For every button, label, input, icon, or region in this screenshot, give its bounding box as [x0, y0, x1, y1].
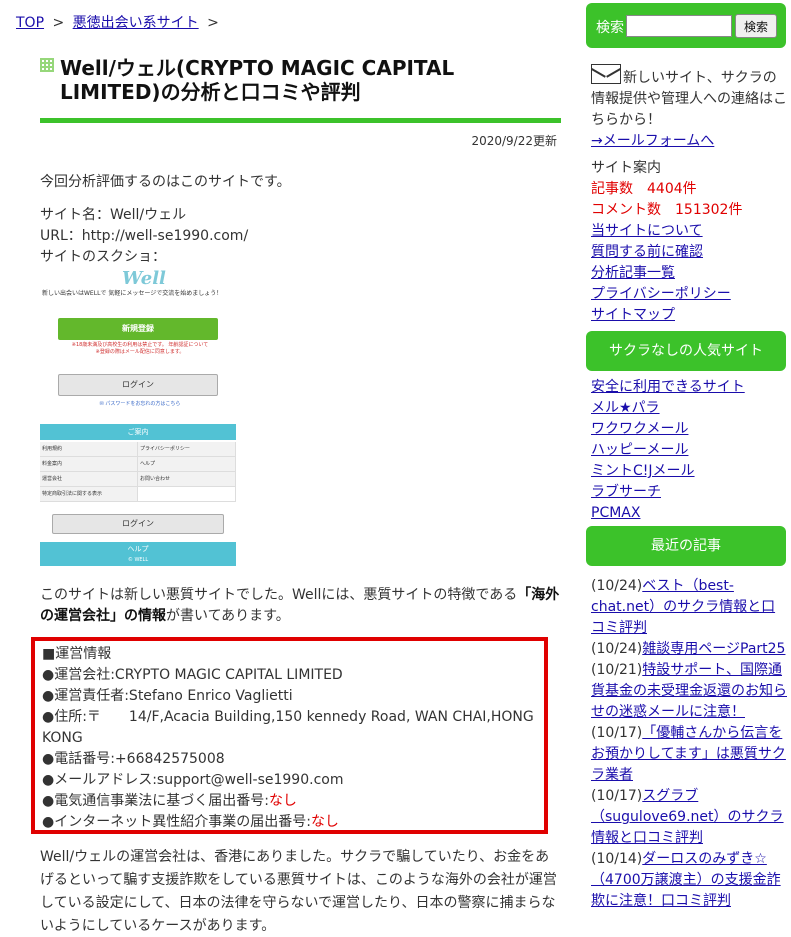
- search-label: 検索: [596, 20, 624, 36]
- site-info: サイト名：Well/ウェル URL：http://well-se1990.com…: [40, 205, 248, 268]
- operator-address: ●住所:〒 14/F,Acacia Building,150 kennedy R…: [42, 709, 534, 746]
- recent-article-date: (10/17): [591, 725, 643, 741]
- screenshot-age-note: ※18歳未満及び高校生の利用は禁止です。 年齢認証について ※登録の際はメール配…: [71, 342, 209, 355]
- screenshot-menu-row: 特定商取引法に関する表示: [40, 487, 236, 502]
- operator-internet-number: ●インターネット異性紹介事業の届出番号:なし: [42, 812, 537, 833]
- sidebar-link-article-list[interactable]: 分析記事一覧: [591, 263, 787, 284]
- screenshot-menu-cell: 特定商取引法に関する表示: [40, 487, 138, 501]
- operator-telecom-number: ●電気通信事業法に基づく届出番号:なし: [42, 791, 537, 812]
- recent-articles-heading: 最近の記事: [586, 526, 786, 566]
- intro-text: 今回分析評価するのはこのサイトです。: [40, 174, 291, 190]
- popular-site-link[interactable]: 安全に利用できるサイト: [591, 377, 787, 398]
- recent-article-item: (10/17)スグラブ（sugulove69.net）のサクラ情報と口コミ評判: [591, 786, 787, 849]
- updated-date: 2020/9/22更新: [471, 134, 557, 148]
- screenshot-login-button-2: ログイン: [52, 514, 224, 534]
- search-button[interactable]: 検索: [735, 14, 777, 38]
- breadcrumb-separator: >: [207, 15, 219, 31]
- screenshot-menu-row: 運営会社 お問い合わせ: [40, 472, 236, 487]
- operator-internet-value: なし: [310, 814, 339, 830]
- site-name: サイト名：Well/ウェル: [40, 207, 187, 223]
- recent-article-date: (10/17): [591, 788, 643, 804]
- article-count: 記事数 4404件: [591, 181, 697, 197]
- screenshot-help-sub: © WELL: [127, 557, 149, 563]
- title-dotted-mark-icon: [40, 58, 54, 72]
- screenshot-menu-cell: ヘルプ: [138, 457, 236, 471]
- screenshot-menu-grid: 利用規約 プライバシーポリシー 料金案内 ヘルプ 運営会社 お問い合わせ 特定商…: [40, 442, 236, 502]
- screenshot-menu-cell: 利用規約: [40, 442, 138, 456]
- operator-heading: ■運営情報: [42, 646, 112, 662]
- recent-article-date: (10/24): [591, 641, 643, 657]
- screenshot-password-link: ✉ パスワードをお忘れの方はこちら: [99, 401, 181, 407]
- screenshot-menu-row: 利用規約 プライバシーポリシー: [40, 442, 236, 457]
- screenshot-menu-row: 料金案内 ヘルプ: [40, 457, 236, 472]
- mail-form-link[interactable]: →メールフォームへ: [591, 131, 787, 152]
- main-column: TOP > 悪徳出会い系サイト > Well/ウェル(CRYPTO MAGIC …: [0, 0, 570, 937]
- recent-article-link[interactable]: 雑談専用ページPart25: [642, 641, 785, 657]
- popular-site-link[interactable]: PCMAX: [591, 503, 787, 524]
- breadcrumb: TOP > 悪徳出会い系サイト >: [16, 12, 223, 32]
- operator-phone: ●電話番号:+66842575008: [42, 751, 225, 767]
- sidebar-link-about[interactable]: 当サイトについて: [591, 221, 787, 242]
- recent-article-item: (10/17)「優輔さんから伝言をお預かりしてます」は悪質サクラ業者: [591, 723, 787, 786]
- sidebar-link-privacy[interactable]: プライバシーポリシー: [591, 284, 787, 305]
- sidebar: 検索 検索 新しいサイト、サクラの情報提供や管理人への連絡はこちらから！ →メー…: [585, 0, 791, 937]
- sidebar-link-sitemap[interactable]: サイトマップ: [591, 305, 787, 326]
- screenshot-menu-cell: [138, 487, 236, 501]
- operator-telecom-label: ●電気通信事業法に基づく届出番号:: [42, 793, 269, 809]
- popular-sites-heading: サクラなしの人気サイト: [586, 331, 786, 371]
- screenshot-tagline: 新しい出会いはWELLで 気軽にメッセージで交流を始めましょう！: [42, 290, 223, 297]
- recent-article-date: (10/21): [591, 662, 643, 678]
- operator-telecom-value: なし: [268, 793, 297, 809]
- screenshot-label: サイトのスクショ：: [40, 249, 166, 265]
- screenshot-guide-bar: ご案内: [40, 424, 236, 440]
- recent-article-date: (10/14): [591, 851, 643, 867]
- recent-articles-list: (10/24)ベスト（best-chat.net）のサクラ情報と口コミ評判 (1…: [591, 576, 787, 912]
- search-input[interactable]: [626, 15, 732, 37]
- popular-site-link[interactable]: メル★パラ: [591, 398, 787, 419]
- description-paragraph-1: このサイトは新しい悪質サイトでした。Wellには、悪質サイトの特徴である「海外の…: [40, 585, 562, 627]
- comment-count: コメント数 151302件: [591, 202, 743, 218]
- recent-article-date: (10/24): [591, 578, 643, 594]
- operator-info-box: ■運営情報 ●運営会社:CRYPTO MAGIC CAPITAL LIMITED…: [31, 637, 548, 834]
- breadcrumb-top-link[interactable]: TOP: [16, 15, 44, 31]
- site-guide-label: サイト案内: [591, 160, 661, 176]
- sidebar-link-before-asking[interactable]: 質問する前に確認: [591, 242, 787, 263]
- screenshot-menu-cell: 料金案内: [40, 457, 138, 471]
- mail-icon: [591, 64, 621, 84]
- description-text: が書いてあります。: [166, 608, 290, 624]
- screenshot-logo: Well: [122, 268, 166, 289]
- screenshot-login-button: ログイン: [58, 374, 218, 396]
- popular-site-link[interactable]: ラブサーチ: [591, 482, 787, 503]
- contact-block: 新しいサイト、サクラの情報提供や管理人への連絡はこちらから！ →メールフォームへ: [591, 64, 787, 152]
- recent-article-item: (10/14)ダーロスのみずき☆（4700万譲渡主）の支援金詐欺に注意！口コミ評…: [591, 849, 787, 912]
- description-text: このサイトは新しい悪質サイトでした。Wellには、悪質サイトの特徴である: [40, 587, 518, 603]
- popular-sites-list: 安全に利用できるサイト メル★パラ ワクワクメール ハッピーメール ミントC!J…: [591, 377, 787, 524]
- title-block: Well/ウェル(CRYPTO MAGIC CAPITAL LIMITED)の分…: [40, 56, 560, 104]
- popular-site-link[interactable]: ワクワクメール: [591, 419, 787, 440]
- operator-manager: ●運営責任者:Stefano Enrico Vaglietti: [42, 688, 293, 704]
- site-url: URL：http://well-se1990.com/: [40, 228, 249, 244]
- title-underline: [40, 118, 561, 123]
- screenshot-menu-cell: お問い合わせ: [138, 472, 236, 486]
- breadcrumb-category-link[interactable]: 悪徳出会い系サイト: [73, 15, 199, 31]
- popular-site-link[interactable]: ハッピーメール: [591, 440, 787, 461]
- operator-company: ●運営会社:CRYPTO MAGIC CAPITAL LIMITED: [42, 667, 343, 683]
- site-guide: サイト案内 記事数 4404件 コメント数 151302件 当サイトについて 質…: [591, 158, 787, 326]
- recent-article-item: (10/24)雑談専用ページPart25: [591, 639, 787, 660]
- site-screenshot-image: Well 新しい出会いはWELLで 気軽にメッセージで交流を始めましょう！ 新規…: [40, 266, 236, 566]
- operator-internet-label: ●インターネット異性紹介事業の届出番号:: [42, 814, 311, 830]
- screenshot-menu-cell: プライバシーポリシー: [138, 442, 236, 456]
- recent-article-item: (10/21)特設サポート、国際通貨基金の未受理金返還のお知らせの迷惑メールに注…: [591, 660, 787, 723]
- description-paragraph-2: Well/ウェルの運営会社は、香港にありました。サクラで騙していたり、お金をあげ…: [40, 849, 557, 934]
- popular-site-link[interactable]: ミントC!Jメール: [591, 461, 787, 482]
- screenshot-register-button: 新規登録: [58, 318, 218, 340]
- screenshot-menu-cell: 運営会社: [40, 472, 138, 486]
- search-box: 検索 検索: [586, 3, 786, 48]
- screenshot-help-label: ヘルプ: [127, 545, 149, 553]
- screenshot-help-bar: ヘルプ © WELL: [40, 542, 236, 566]
- breadcrumb-separator: >: [52, 15, 65, 31]
- recent-article-item: (10/24)ベスト（best-chat.net）のサクラ情報と口コミ評判: [591, 576, 787, 639]
- operator-email: ●メールアドレス:support@well-se1990.com: [42, 772, 344, 788]
- page-title: Well/ウェル(CRYPTO MAGIC CAPITAL LIMITED)の分…: [60, 56, 455, 104]
